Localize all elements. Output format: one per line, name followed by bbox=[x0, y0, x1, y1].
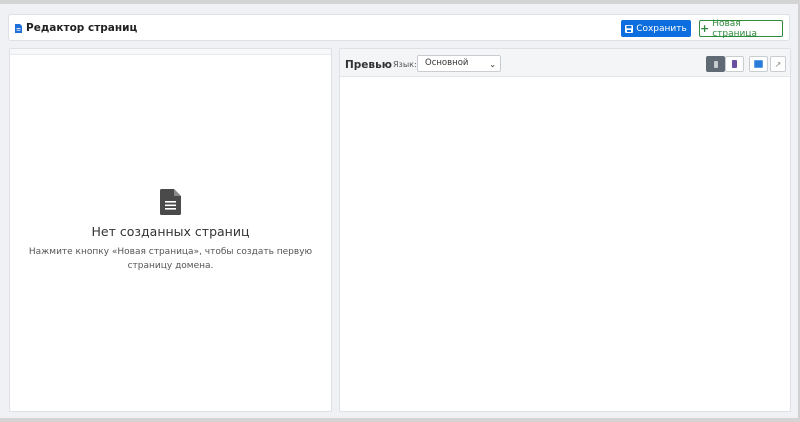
page: Редактор страниц Сохранить + Новая стран… bbox=[0, 4, 800, 418]
desktop-view-button[interactable] bbox=[749, 56, 768, 72]
pages-list-panel: Нет созданных страниц Нажмите кнопку «Но… bbox=[9, 48, 332, 412]
empty-state: Нет созданных страниц Нажмите кнопку «Но… bbox=[10, 189, 331, 273]
language-select-value: Основной bbox=[425, 58, 469, 68]
save-button-label: Сохранить bbox=[636, 23, 687, 34]
editor-header: Редактор страниц Сохранить + Новая стран… bbox=[8, 14, 790, 41]
document-icon bbox=[15, 23, 22, 33]
new-page-button-label: Новая страница bbox=[712, 18, 758, 39]
save-button[interactable]: Сохранить bbox=[621, 20, 691, 37]
preview-title: Превью bbox=[345, 59, 392, 71]
external-link-icon: ↗ bbox=[774, 59, 782, 69]
open-external-button[interactable]: ↗ bbox=[770, 56, 786, 72]
preview-toolbar: Превью Язык: Основной ⌄ ↗ bbox=[340, 49, 790, 77]
save-icon bbox=[625, 24, 634, 33]
preview-panel: Превью Язык: Основной ⌄ ↗ bbox=[339, 48, 791, 412]
chevron-down-icon: ⌄ bbox=[489, 60, 496, 69]
new-page-button[interactable]: + Новая страница bbox=[699, 18, 783, 39]
desktop-icon bbox=[754, 60, 763, 68]
mobile-view-button[interactable] bbox=[706, 56, 725, 72]
empty-state-title: Нет созданных страниц bbox=[91, 224, 250, 239]
empty-state-text: Нажмите кнопку «Новая страница», чтобы с… bbox=[28, 247, 313, 271]
panel-top-strip bbox=[10, 49, 331, 55]
page-title-text: Редактор страниц bbox=[26, 22, 138, 34]
page-title: Редактор страниц bbox=[15, 22, 137, 34]
language-select[interactable]: Основной ⌄ bbox=[417, 55, 501, 72]
language-label: Язык: bbox=[393, 60, 417, 69]
mobile-icon bbox=[713, 60, 718, 68]
empty-document-icon bbox=[160, 189, 181, 215]
tablet-icon bbox=[732, 60, 737, 68]
tablet-view-button[interactable] bbox=[725, 56, 744, 72]
plus-icon: + bbox=[700, 22, 710, 35]
